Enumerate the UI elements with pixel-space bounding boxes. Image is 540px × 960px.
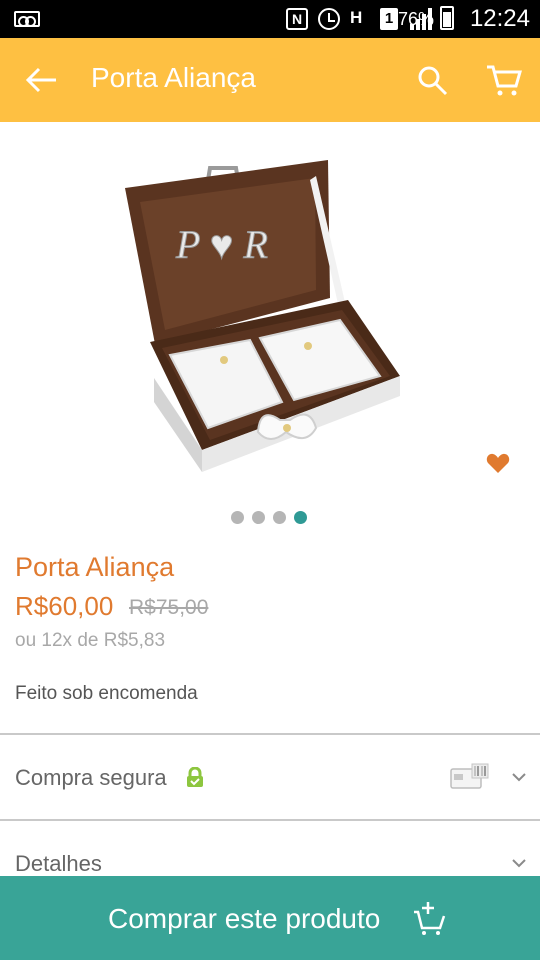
cart-icon[interactable] (484, 62, 524, 98)
chevron-down-icon (512, 859, 526, 868)
pagination-dot[interactable] (231, 511, 244, 524)
search-icon[interactable] (416, 64, 450, 98)
heart-icon[interactable] (486, 452, 510, 474)
details-label: Detalhes (15, 851, 102, 876)
pagination-dot-active[interactable] (294, 511, 307, 524)
product-price: R$60,00 (15, 591, 114, 621)
page-title: Porta Aliança (91, 62, 256, 93)
status-bar: H 1 76% 12:24 (0, 0, 540, 38)
clock: 12:24 (469, 5, 530, 32)
sim-icon: 1 (380, 8, 398, 30)
pagination-dot[interactable] (252, 511, 265, 524)
app-bar: Porta Aliança (0, 38, 540, 122)
secure-purchase-label: Compra segura (15, 765, 167, 790)
monogram-text: P ♥ R (175, 222, 268, 267)
back-arrow-icon[interactable] (22, 62, 62, 98)
voicemail-icon (14, 11, 40, 27)
add-to-cart-icon (414, 902, 446, 935)
battery-percent: 76% (397, 9, 434, 29)
lock-icon (187, 767, 203, 787)
product-title: Porta Aliança (15, 552, 175, 582)
battery-icon (440, 6, 454, 30)
nfc-icon (286, 8, 308, 30)
availability-text: Feito sob encomenda (15, 683, 198, 704)
product-old-price: R$75,00 (129, 596, 209, 619)
secure-purchase-row[interactable]: Compra segura (0, 735, 540, 819)
buy-product-label: Comprar este produto (108, 903, 381, 934)
credit-card-icon (450, 763, 489, 789)
buy-product-button[interactable]: Comprar este produto (0, 876, 540, 960)
image-pagination (231, 511, 307, 524)
hplus-icon: H (350, 8, 363, 27)
installments-text: ou 12x de R$5,83 (15, 630, 166, 651)
product-image[interactable]: P ♥ R (110, 150, 410, 480)
chevron-down-icon (512, 773, 526, 782)
pagination-dot[interactable] (273, 511, 286, 524)
alarm-icon (318, 8, 340, 30)
